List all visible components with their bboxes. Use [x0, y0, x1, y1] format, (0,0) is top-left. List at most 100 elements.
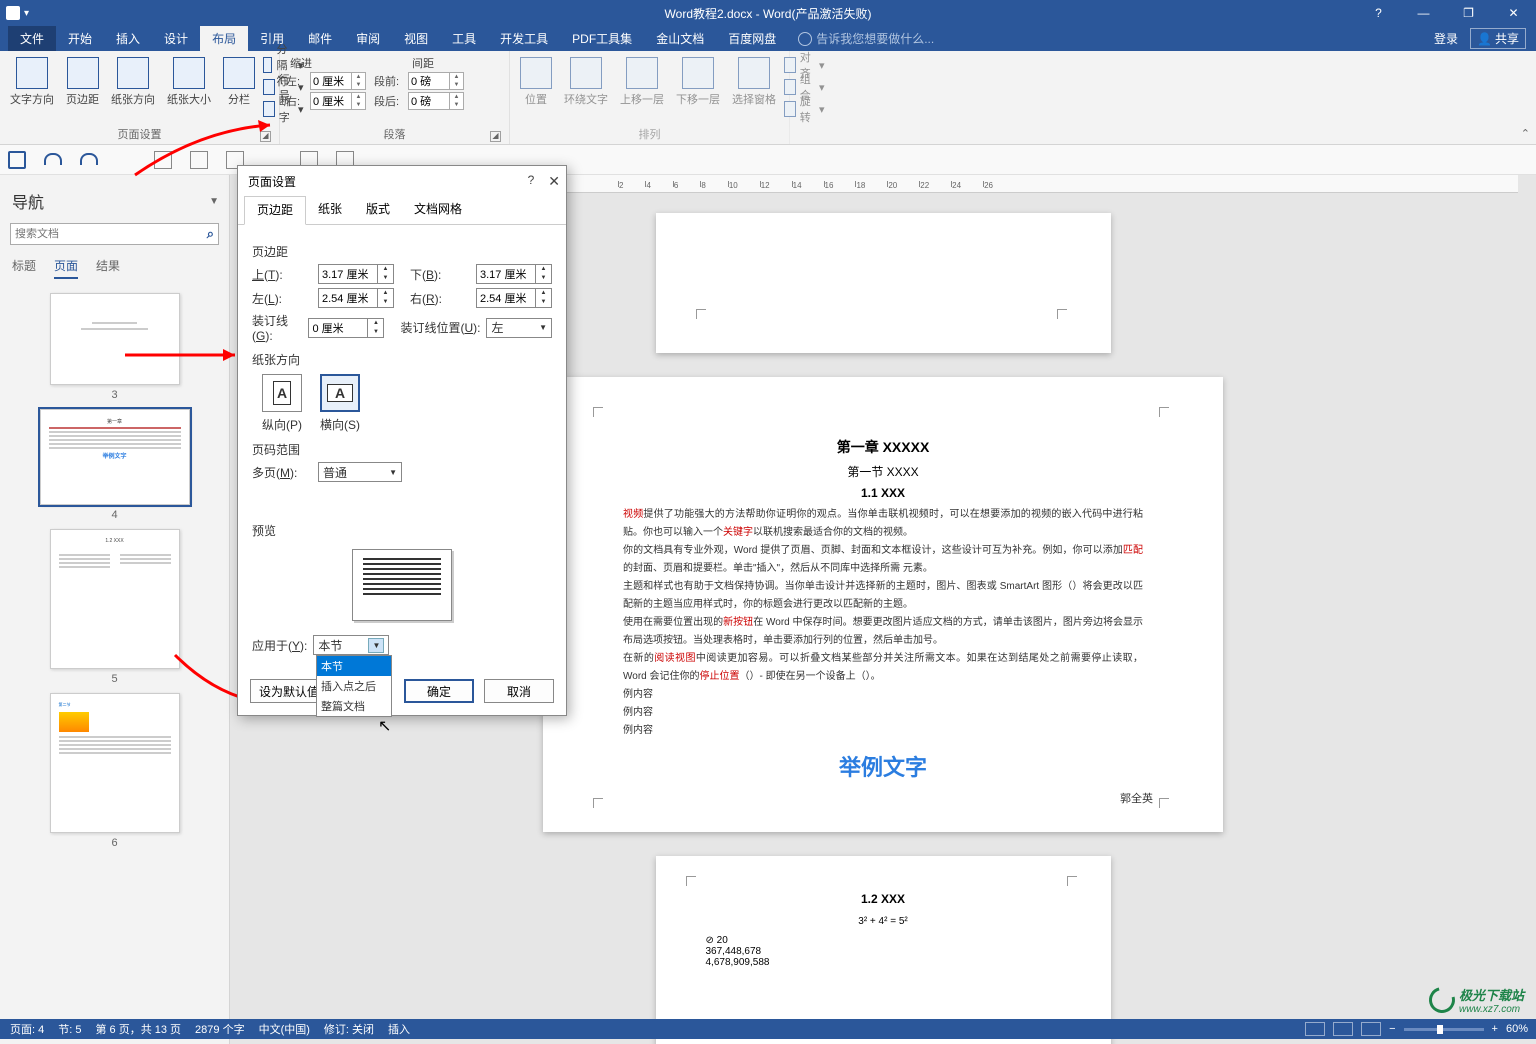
doc-text: 367,448,678 [706, 946, 1061, 957]
qa-icon-1[interactable] [154, 151, 172, 169]
nav-tab-headings[interactable]: 标题 [12, 257, 36, 279]
tab-home[interactable]: 开始 [56, 26, 104, 51]
dd-item-section[interactable]: 本节 [317, 656, 391, 676]
maximize-button[interactable]: ❐ [1446, 0, 1491, 26]
orientation-button[interactable]: 纸张方向 [107, 55, 159, 109]
thumb-4[interactable]: 第一章 举例文字 4 [40, 409, 190, 521]
qa-icon-2[interactable] [190, 151, 208, 169]
margins-button[interactable]: 页边距 [62, 55, 103, 109]
ok-button[interactable]: 确定 [404, 679, 474, 703]
space-after-input[interactable]: ▲▼ [408, 92, 464, 110]
margin-bottom-input[interactable]: ▲▼ [476, 264, 552, 284]
indent-left-input[interactable]: ▲▼ [310, 72, 366, 90]
tell-me[interactable]: 告诉我您想要做什么... [798, 30, 934, 47]
thumb-5[interactable]: 1.2 XXX 5 [50, 529, 180, 685]
tab-developer[interactable]: 开发工具 [488, 26, 560, 51]
login-link[interactable]: 登录 [1434, 30, 1458, 47]
dd-item-after[interactable]: 插入点之后 [317, 676, 391, 696]
view-web-icon[interactable] [1361, 1022, 1381, 1036]
columns-button[interactable]: 分栏 [219, 55, 259, 109]
status-words[interactable]: 2879 个字 [195, 1021, 245, 1037]
gutter-label: 装订线(G): [252, 312, 302, 343]
tab-tools[interactable]: 工具 [440, 26, 488, 51]
tab-file[interactable]: 文件 [8, 26, 56, 51]
group-arrange-label: 排列 [516, 124, 783, 144]
thumb-6[interactable]: 第二节 6 [50, 693, 180, 849]
margin-top-input[interactable]: ▲▼ [318, 264, 394, 284]
space-before-input[interactable]: ▲▼ [408, 72, 464, 90]
search-input[interactable] [15, 228, 207, 240]
multi-pages-select[interactable]: 普通▼ [318, 462, 402, 482]
dialog-close-icon[interactable]: ✕ [548, 173, 560, 190]
wrap-text-button: 环绕文字 [560, 55, 612, 109]
dlg-tab-grid[interactable]: 文档网格 [402, 196, 474, 224]
doc-paragraph: 主题和样式也有助于文档保持协调。当你单击设计并选择新的主题时，图片、图表或 Sm… [623, 578, 1143, 614]
orientation-landscape[interactable]: A 横向(S) [320, 374, 360, 433]
thumb-3[interactable]: 3 [50, 293, 180, 401]
status-insert[interactable]: 插入 [388, 1021, 410, 1037]
gutter-pos-select[interactable]: 左▼ [486, 318, 552, 338]
dlg-tab-layout[interactable]: 版式 [354, 196, 402, 224]
tab-view[interactable]: 视图 [392, 26, 440, 51]
apply-to-select[interactable]: 本节▼ [313, 635, 389, 655]
view-print-icon[interactable] [1333, 1022, 1353, 1036]
orientation-portrait[interactable]: A 纵向(P) [262, 374, 302, 433]
dd-item-whole[interactable]: 整篇文档 [317, 696, 391, 716]
zoom-out-icon[interactable]: − [1389, 1023, 1395, 1035]
margin-right-input[interactable]: ▲▼ [476, 288, 552, 308]
status-track[interactable]: 修订: 关闭 [324, 1021, 374, 1037]
paragraph-launcher[interactable]: ◢ [490, 131, 501, 142]
nav-tab-pages[interactable]: 页面 [54, 257, 78, 279]
page-setup-launcher[interactable]: ◢ [260, 131, 271, 142]
tab-jinshan[interactable]: 金山文档 [644, 26, 716, 51]
status-page-of[interactable]: 第 6 页，共 13 页 [95, 1021, 181, 1037]
dlg-tab-paper[interactable]: 纸张 [306, 196, 354, 224]
section-pages-label: 页码范围 [252, 441, 552, 458]
tab-baidu[interactable]: 百度网盘 [716, 26, 788, 51]
search-icon[interactable]: ⌕ [207, 226, 214, 242]
cancel-button[interactable]: 取消 [484, 679, 554, 703]
tab-review[interactable]: 审阅 [344, 26, 392, 51]
dlg-tab-margins[interactable]: 页边距 [244, 196, 306, 225]
selection-pane-button[interactable]: 选择窗格 [728, 55, 780, 109]
orientation-icon [117, 57, 149, 89]
help-icon[interactable]: ? [1356, 0, 1401, 26]
share-button[interactable]: 👤共享 [1470, 28, 1526, 49]
status-page[interactable]: 页面: 4 [10, 1021, 44, 1037]
tab-mailings[interactable]: 邮件 [296, 26, 344, 51]
preview-box [352, 549, 452, 621]
status-lang[interactable]: 中文(中国) [259, 1021, 310, 1037]
tab-layout[interactable]: 布局 [200, 26, 248, 51]
minimize-button[interactable]: — [1401, 0, 1446, 26]
nav-dropdown-icon[interactable]: ▼ [209, 196, 219, 207]
zoom-level[interactable]: 60% [1506, 1023, 1528, 1035]
zoom-slider[interactable] [1404, 1028, 1484, 1031]
margin-left-input[interactable]: ▲▼ [318, 288, 394, 308]
gutter-input[interactable]: ▲▼ [308, 318, 384, 338]
nav-search[interactable]: ⌕ [10, 223, 219, 245]
page-4[interactable]: 第一章 XXXXX 第一节 XXXX 1.1 XXX 视频提供了功能强大的方法帮… [543, 377, 1223, 832]
save-icon[interactable] [8, 151, 26, 169]
collapse-ribbon-button[interactable]: ⌃ [1521, 127, 1530, 140]
doc-text: 例内容 [623, 686, 1143, 704]
text-direction-button[interactable]: 文字方向 [6, 55, 58, 109]
redo-icon[interactable] [80, 151, 98, 169]
indent-right-input[interactable]: ▲▼ [310, 92, 366, 110]
nav-tab-results[interactable]: 结果 [96, 257, 120, 279]
close-button[interactable]: ✕ [1491, 0, 1536, 26]
forward-icon [626, 57, 658, 89]
tab-insert[interactable]: 插入 [104, 26, 152, 51]
undo-icon[interactable] [44, 151, 62, 169]
tab-pdf[interactable]: PDF工具集 [560, 26, 644, 51]
space-before-label: 段前: [374, 73, 404, 89]
menu-bar: 文件 开始 插入 设计 布局 引用 邮件 审阅 视图 工具 开发工具 PDF工具… [0, 26, 1536, 51]
status-section[interactable]: 节: 5 [58, 1021, 81, 1037]
doc-paragraph: 使用在需要位置出现的新按钮在 Word 中保存时间。想要更改图片适应文档的方式，… [623, 614, 1143, 650]
dialog-help-icon[interactable]: ? [528, 173, 535, 190]
zoom-in-icon[interactable]: + [1492, 1023, 1498, 1035]
text-direction-icon [16, 57, 48, 89]
tab-design[interactable]: 设计 [152, 26, 200, 51]
view-read-icon[interactable] [1305, 1022, 1325, 1036]
doc-heading-2: 第一节 XXXX [623, 463, 1143, 480]
size-button[interactable]: 纸张大小 [163, 55, 215, 109]
